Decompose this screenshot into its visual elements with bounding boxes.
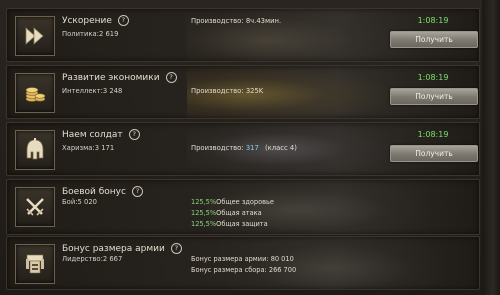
troop-class: (класс 4) — [264, 144, 297, 152]
help-icon[interactable]: ? — [117, 15, 129, 26]
production-value: 325K — [245, 87, 264, 95]
bonus-percent: 125,5% — [191, 209, 217, 217]
bonus-line-health: 125,5%Общее здоровье — [191, 198, 274, 206]
timer: 1:08:19 — [417, 130, 449, 139]
recruit-panel: Наем солдат ? Харизма:3 171 Производство… — [6, 122, 480, 176]
stat-value: Харизма:3 171 — [62, 144, 115, 152]
production-value: 317 — [245, 144, 259, 152]
panel-background-art — [217, 237, 447, 289]
bonus-line-defense: 125,5%Общая защита — [191, 220, 268, 228]
bonus-value: 266 700 — [268, 266, 297, 274]
panel-frame: Ускорение ? Политика:2 619 Производство:… — [0, 0, 500, 295]
bonus-percent: 125,5% — [191, 198, 217, 206]
production-info: Производство: 317 (класс 4) — [191, 144, 297, 152]
production-label: Производство: — [191, 144, 244, 152]
help-icon[interactable]: ? — [165, 72, 177, 83]
help-icon[interactable]: ? — [131, 186, 143, 197]
production-value: 8ч.43мин. — [245, 17, 282, 25]
army-size-panel: Бонус размера армии ? Лидерство:2 667 Бо… — [6, 236, 480, 290]
bonus-label: Общая защита — [216, 220, 268, 228]
army-size-title: Бонус размера армии — [62, 243, 165, 254]
collect-button[interactable]: Получить — [390, 31, 478, 48]
combat-bonus-panel: Боевой бонус ? Бой:5 020 125,5%Общее здо… — [6, 179, 480, 235]
speedup-title: Ускорение — [62, 15, 112, 26]
stat-value: Политика:2 619 — [62, 30, 119, 38]
bonus-label: Бонус размера сбора: — [191, 266, 267, 274]
spartan-helmet-icon — [15, 130, 55, 170]
help-icon[interactable]: ? — [170, 243, 182, 254]
panel-title: Наем солдат ? — [62, 129, 140, 140]
economy-panel: Развитие экономики ? Интеллект:3 248 Про… — [6, 65, 480, 119]
production-info: Производство: 8ч.43мин. — [191, 17, 281, 25]
bonus-label: Общая атака — [216, 209, 262, 217]
panel-title: Развитие экономики ? — [62, 72, 177, 83]
recruit-title: Наем солдат — [62, 129, 123, 140]
timer: 1:08:19 — [417, 16, 449, 25]
gather-size-bonus: Бонус размера сбора: 266 700 — [191, 266, 296, 274]
army-size-bonus: Бонус размера армии: 80 010 — [191, 255, 294, 263]
speedup-panel: Ускорение ? Политика:2 619 Производство:… — [6, 8, 480, 62]
bonus-percent: 125,5% — [191, 220, 217, 228]
help-icon[interactable]: ? — [128, 129, 140, 140]
panel-title: Ускорение ? — [62, 15, 129, 26]
production-label: Производство: — [191, 87, 244, 95]
bonus-line-attack: 125,5%Общая атака — [191, 209, 262, 217]
bonus-value: 80 010 — [270, 255, 294, 263]
army-banner-icon — [15, 244, 55, 284]
timer: 1:08:19 — [417, 73, 449, 82]
bonus-label: Общее здоровье — [216, 198, 274, 206]
crossed-swords-icon — [15, 187, 55, 227]
collect-button[interactable]: Получить — [390, 145, 478, 162]
economy-title: Развитие экономики — [62, 72, 160, 83]
production-info: Производство: 325K — [191, 87, 263, 95]
stat-value: Бой:5 020 — [62, 198, 97, 206]
combat-bonus-title: Боевой бонус — [62, 186, 126, 197]
collect-button[interactable]: Получить — [390, 88, 478, 105]
panel-title: Бонус размера армии ? — [62, 243, 182, 254]
fast-forward-icon — [15, 16, 55, 56]
stat-value: Лидерство:2 667 — [62, 255, 123, 263]
production-label: Производство: — [191, 17, 244, 25]
bonus-label: Бонус размера армии: — [191, 255, 269, 263]
scrollbar-edge — [482, 0, 500, 295]
panel-title: Боевой бонус ? — [62, 186, 143, 197]
stat-value: Интеллект:3 248 — [62, 87, 123, 95]
coins-icon — [15, 73, 55, 113]
